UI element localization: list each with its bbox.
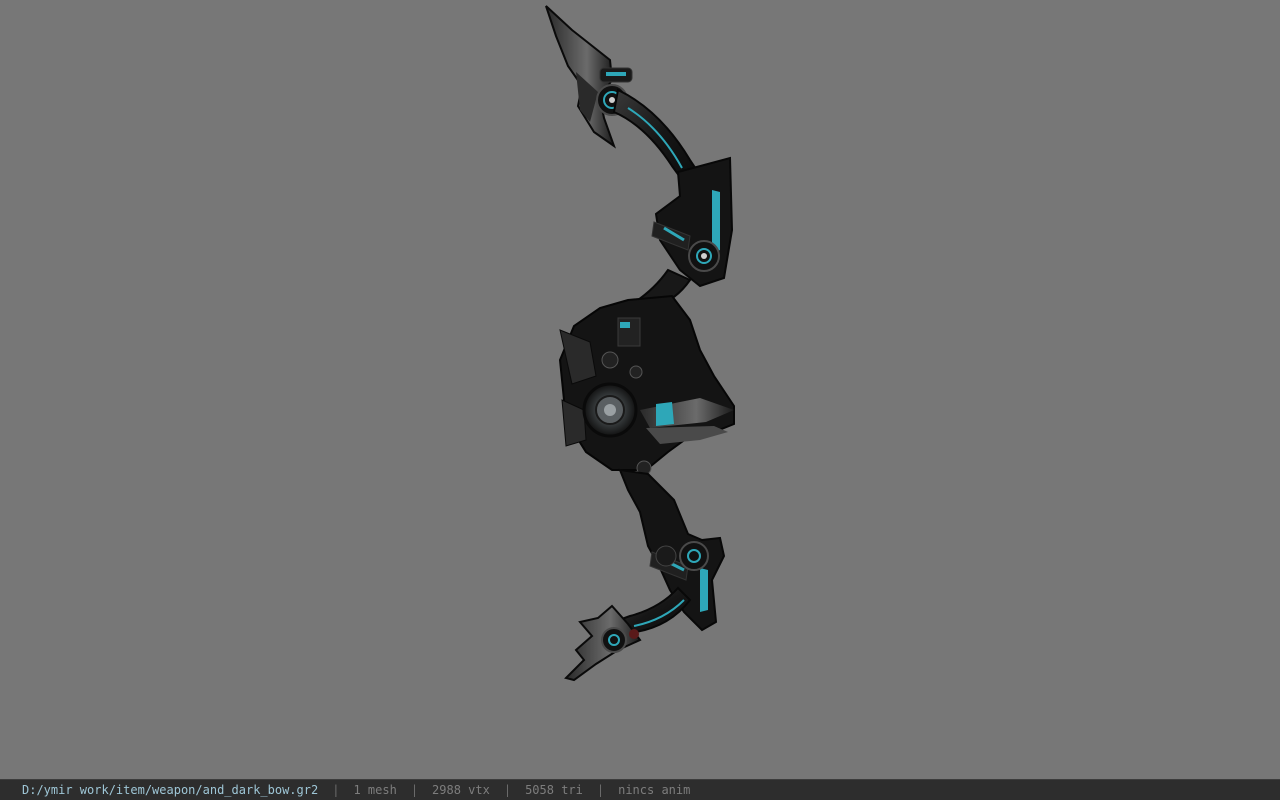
status-separator: | <box>410 783 419 797</box>
lower-limb <box>606 468 726 642</box>
mesh-count-label: 1 mesh <box>353 783 397 797</box>
bow-model[interactable] <box>0 0 1280 779</box>
triangle-count-label: 5058 tri <box>525 783 583 797</box>
status-separator: | <box>596 783 605 797</box>
file-path-label: D:/ymir work/item/weapon/and_dark_bow.gr… <box>22 783 319 797</box>
vertex-count-label: 2988 vtx <box>432 783 490 797</box>
3d-viewport[interactable] <box>0 0 1280 779</box>
animation-label: nincs anim <box>618 783 691 797</box>
upper-tip <box>545 5 633 149</box>
status-separator: | <box>503 783 512 797</box>
status-separator: | <box>332 783 340 797</box>
status-bar: D:/ymir work/item/weapon/and_dark_bow.gr… <box>0 779 1280 800</box>
riser <box>558 294 735 476</box>
